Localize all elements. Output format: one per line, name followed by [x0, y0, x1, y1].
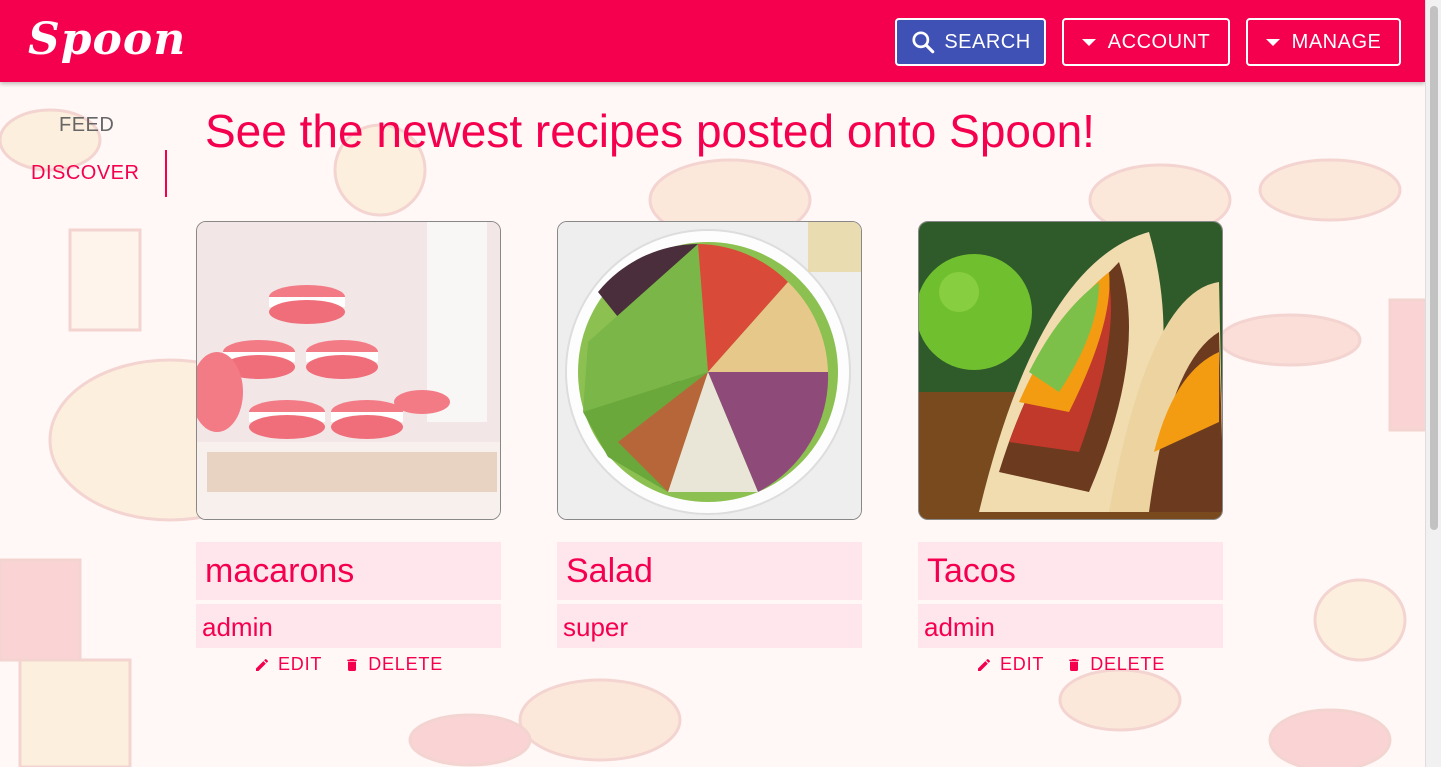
caret-down-icon: [1265, 38, 1280, 46]
account-button-label: ACCOUNT: [1107, 30, 1211, 53]
recipe-card[interactable]: Salad super: [557, 221, 862, 648]
recipe-author: admin: [918, 604, 1223, 648]
search-button[interactable]: SEARCH: [895, 18, 1046, 66]
tab-discover[interactable]: DISCOVER: [31, 162, 139, 185]
caret-down-icon: [1081, 38, 1096, 46]
delete-label: DELETE: [1090, 654, 1166, 674]
scrollbar-thumb[interactable]: [1430, 6, 1438, 530]
top-app-bar: Spoon SEARCH ACCOUNT MANAGE: [0, 0, 1425, 82]
recipe-card[interactable]: macarons admin EDIT DELETE: [196, 221, 501, 675]
recipe-title[interactable]: macarons: [196, 542, 501, 600]
tacos-photo[interactable]: [918, 221, 1223, 520]
manage-button-label: MANAGE: [1291, 30, 1382, 53]
edit-button[interactable]: EDIT: [976, 654, 1044, 675]
pencil-icon: [977, 658, 990, 671]
page-title: See the newest recipes posted onto Spoon…: [205, 105, 1095, 157]
logo-text: Spoon: [28, 14, 187, 65]
salad-photo[interactable]: [557, 221, 862, 520]
macarons-photo[interactable]: [196, 221, 501, 520]
spoon-logo[interactable]: Spoon: [26, 4, 186, 74]
recipe-author: admin: [196, 604, 501, 648]
trash-icon: [347, 658, 357, 671]
recipe-actions: EDIT DELETE: [196, 654, 501, 675]
search-icon: [912, 31, 935, 54]
delete-label: DELETE: [368, 654, 444, 674]
active-tab-indicator: [165, 150, 167, 197]
account-menu-button[interactable]: ACCOUNT: [1062, 18, 1230, 66]
trash-icon: [1069, 658, 1079, 671]
recipe-title[interactable]: Salad: [557, 542, 862, 600]
recipe-actions: EDIT DELETE: [918, 654, 1223, 675]
recipe-title[interactable]: Tacos: [918, 542, 1223, 600]
delete-button[interactable]: DELETE: [1066, 654, 1165, 675]
search-button-label: SEARCH: [944, 30, 1031, 53]
edit-button[interactable]: EDIT: [254, 654, 322, 675]
edit-label: EDIT: [277, 654, 323, 674]
vertical-scrollbar[interactable]: [1425, 0, 1441, 767]
manage-menu-button[interactable]: MANAGE: [1246, 18, 1401, 66]
delete-button[interactable]: DELETE: [344, 654, 443, 675]
edit-label: EDIT: [999, 654, 1045, 674]
recipe-card[interactable]: Tacos admin EDIT DELETE: [918, 221, 1223, 675]
recipe-author: super: [557, 604, 862, 648]
pencil-icon: [255, 658, 268, 671]
tab-feed[interactable]: FEED: [59, 114, 114, 137]
